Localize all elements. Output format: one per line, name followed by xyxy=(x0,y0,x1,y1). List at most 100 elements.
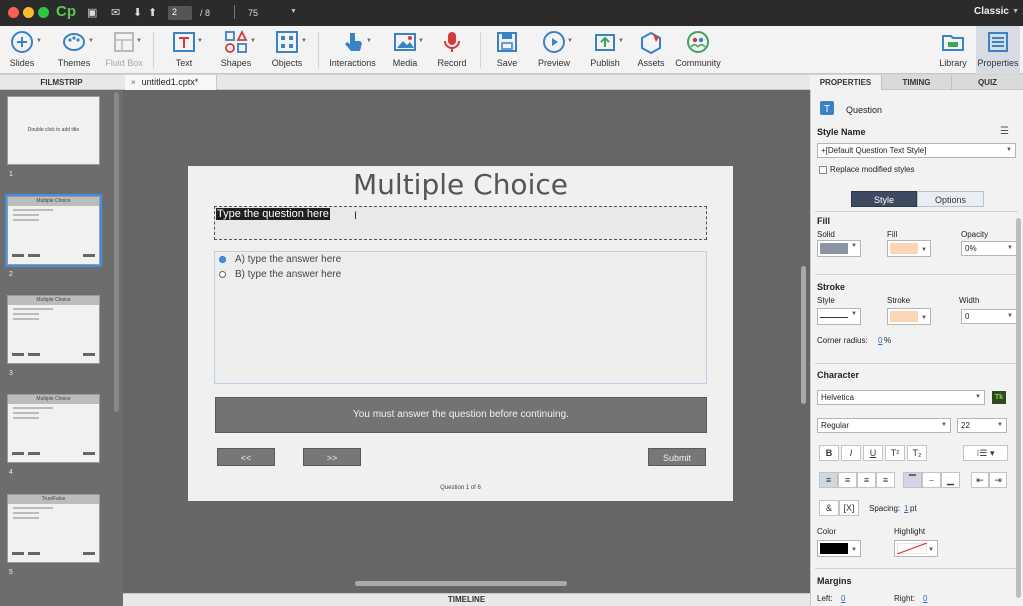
font-weight-select[interactable]: Regular ▼ xyxy=(817,418,951,433)
zoom-window-button[interactable] xyxy=(38,7,49,18)
answer-area[interactable]: A) type the answer here B) type the answ… xyxy=(214,251,707,384)
properties-panel: T Question Style Name ☰ +[Default Questi… xyxy=(810,90,1023,606)
timeline-bar[interactable]: TIMELINE xyxy=(123,593,810,606)
slide-thumbnail-5[interactable]: True/False xyxy=(7,494,100,563)
slide-thumbnail-3[interactable]: Multiple Choice xyxy=(7,295,100,364)
align-right-button[interactable]: ≡ xyxy=(857,472,876,488)
radio-icon[interactable] xyxy=(219,255,226,263)
slide-thumbnail-2[interactable]: Multiple Choice xyxy=(5,194,102,267)
shapes-button[interactable]: ▼ Shapes xyxy=(214,26,258,74)
align-left-button[interactable]: ≡ xyxy=(819,472,838,488)
tab-properties[interactable]: PROPERTIES xyxy=(810,75,882,90)
corner-radius-value[interactable]: 0 xyxy=(878,336,882,345)
feedback-message[interactable]: You must answer the question before cont… xyxy=(215,397,707,433)
arrow-down-icon[interactable]: ⬇ xyxy=(133,6,142,19)
superscript-button[interactable]: T² xyxy=(885,445,905,461)
properties-button[interactable]: Properties xyxy=(976,26,1020,74)
bold-button[interactable]: B xyxy=(819,445,839,461)
replace-modified-checkbox[interactable] xyxy=(819,166,827,174)
tab-timing[interactable]: TIMING xyxy=(882,75,952,90)
style-name-select[interactable]: +[Default Question Text Style] ▼ xyxy=(817,143,1016,158)
typekit-icon[interactable]: Tk xyxy=(992,391,1006,404)
minimize-window-button[interactable] xyxy=(23,7,34,18)
valign-top-button[interactable]: ▔ xyxy=(903,472,922,488)
slide-title[interactable]: Multiple Choice xyxy=(188,168,733,201)
align-justify-button[interactable]: ≡ xyxy=(876,472,895,488)
workspace-select[interactable]: Classic xyxy=(974,6,1009,17)
zoom-select[interactable]: 75 xyxy=(248,8,258,18)
back-button[interactable]: << xyxy=(217,448,275,466)
bullets-select[interactable]: ⁝☰ ▾ xyxy=(963,445,1008,461)
media-button[interactable]: ▼ Media xyxy=(384,26,426,74)
insert-symbol-button[interactable]: & xyxy=(819,500,839,516)
radio-icon[interactable] xyxy=(219,270,226,278)
indent-button[interactable]: ⇥ xyxy=(989,472,1007,488)
stage-vertical-scrollbar[interactable] xyxy=(801,266,806,404)
align-center-button[interactable]: ≡ xyxy=(838,472,857,488)
slide-thumbnail-1[interactable]: Double click to add title xyxy=(7,96,100,165)
objects-button[interactable]: ▼ Objects xyxy=(265,26,309,74)
next-button[interactable]: >> xyxy=(303,448,361,466)
stroke-color-picker[interactable]: ▼ xyxy=(887,308,931,325)
properties-scrollbar[interactable] xyxy=(1016,218,1021,598)
segment-style[interactable]: Style xyxy=(851,191,917,207)
interactions-button[interactable]: ▼ Interactions xyxy=(325,26,380,74)
community-button[interactable]: Community xyxy=(674,26,722,74)
answer-option-a[interactable]: A) type the answer here xyxy=(219,254,341,265)
slide-number-input[interactable]: 2 xyxy=(168,6,192,20)
filmstrip-scrollbar[interactable] xyxy=(114,92,119,412)
stage-horizontal-scrollbar[interactable] xyxy=(355,581,567,586)
assets-button[interactable]: Assets xyxy=(632,26,670,74)
highlight-color-picker[interactable]: ▼ xyxy=(894,540,938,557)
valign-bottom-button[interactable]: ▁ xyxy=(941,472,960,488)
font-size-select[interactable]: 22 ▼ xyxy=(957,418,1007,433)
preview-button[interactable]: ▼ Preview xyxy=(533,26,575,74)
text-cursor-icon: I xyxy=(354,210,358,222)
community-label: Community xyxy=(675,58,721,68)
chevron-down-icon[interactable]: ▼ xyxy=(1012,8,1019,15)
library-button[interactable]: Library xyxy=(934,26,972,74)
opacity-input[interactable]: 0% ▼ xyxy=(961,241,1017,256)
publish-button[interactable]: ▼ Publish xyxy=(584,26,626,74)
question-text-box[interactable]: Type the question here I xyxy=(214,206,707,240)
close-tab-icon[interactable]: × xyxy=(131,78,136,87)
submit-button[interactable]: Submit xyxy=(648,448,706,466)
document-tab[interactable]: × untitled1.cptx* xyxy=(125,75,217,90)
text-color-picker[interactable]: ▼ xyxy=(817,540,861,557)
text-button[interactable]: ▼ Text xyxy=(163,26,205,74)
themes-label: Themes xyxy=(57,58,91,68)
record-button[interactable]: Record xyxy=(432,26,472,74)
font-family-select[interactable]: Helvetica ▼ xyxy=(817,390,985,405)
slide-canvas[interactable]: Multiple Choice Type the question here I… xyxy=(188,166,733,501)
question-text[interactable]: Type the question here xyxy=(216,208,330,220)
stroke-width-input[interactable]: 0 ▼ xyxy=(961,309,1017,324)
slide-number: 3 xyxy=(9,370,13,377)
stroke-style-select[interactable]: ▼ xyxy=(817,308,861,325)
italic-button[interactable]: I xyxy=(841,445,861,461)
close-window-button[interactable] xyxy=(8,7,19,18)
outdent-button[interactable]: ⇤ xyxy=(971,472,989,488)
answer-option-b[interactable]: B) type the answer here xyxy=(219,269,341,280)
underline-button[interactable]: U xyxy=(863,445,883,461)
segment-options[interactable]: Options xyxy=(917,191,984,207)
fill-type-select[interactable]: ▼ xyxy=(817,240,861,257)
margin-right-value[interactable]: 0 xyxy=(923,594,927,603)
fluid-box-button[interactable]: ▼ Fluid Box xyxy=(103,26,145,74)
arrow-up-icon[interactable]: ⬆ xyxy=(148,6,157,19)
slides-button[interactable]: ▼ Slides xyxy=(3,26,42,74)
chevron-down-icon[interactable]: ▼ xyxy=(290,8,297,15)
margin-left-value[interactable]: 0 xyxy=(841,594,845,603)
themes-button[interactable]: ▼ Themes xyxy=(52,26,96,74)
slide-thumbnail-4[interactable]: Multiple Choice xyxy=(7,394,100,463)
text-icon xyxy=(173,32,195,52)
fill-color-picker[interactable]: ▼ xyxy=(887,240,931,257)
insert-variable-button[interactable]: [X] xyxy=(839,500,859,516)
spacing-value[interactable]: 1 xyxy=(904,504,908,513)
style-menu-icon[interactable]: ☰ xyxy=(1000,126,1009,137)
mail-icon[interactable]: ✉ xyxy=(111,6,120,19)
subscript-button[interactable]: T₂ xyxy=(907,445,927,461)
screen-icon[interactable]: ▣ xyxy=(87,6,97,19)
save-button[interactable]: Save xyxy=(488,26,526,74)
tab-quiz[interactable]: QUIZ xyxy=(952,75,1023,90)
valign-middle-button[interactable]: ⎯ xyxy=(922,472,941,488)
